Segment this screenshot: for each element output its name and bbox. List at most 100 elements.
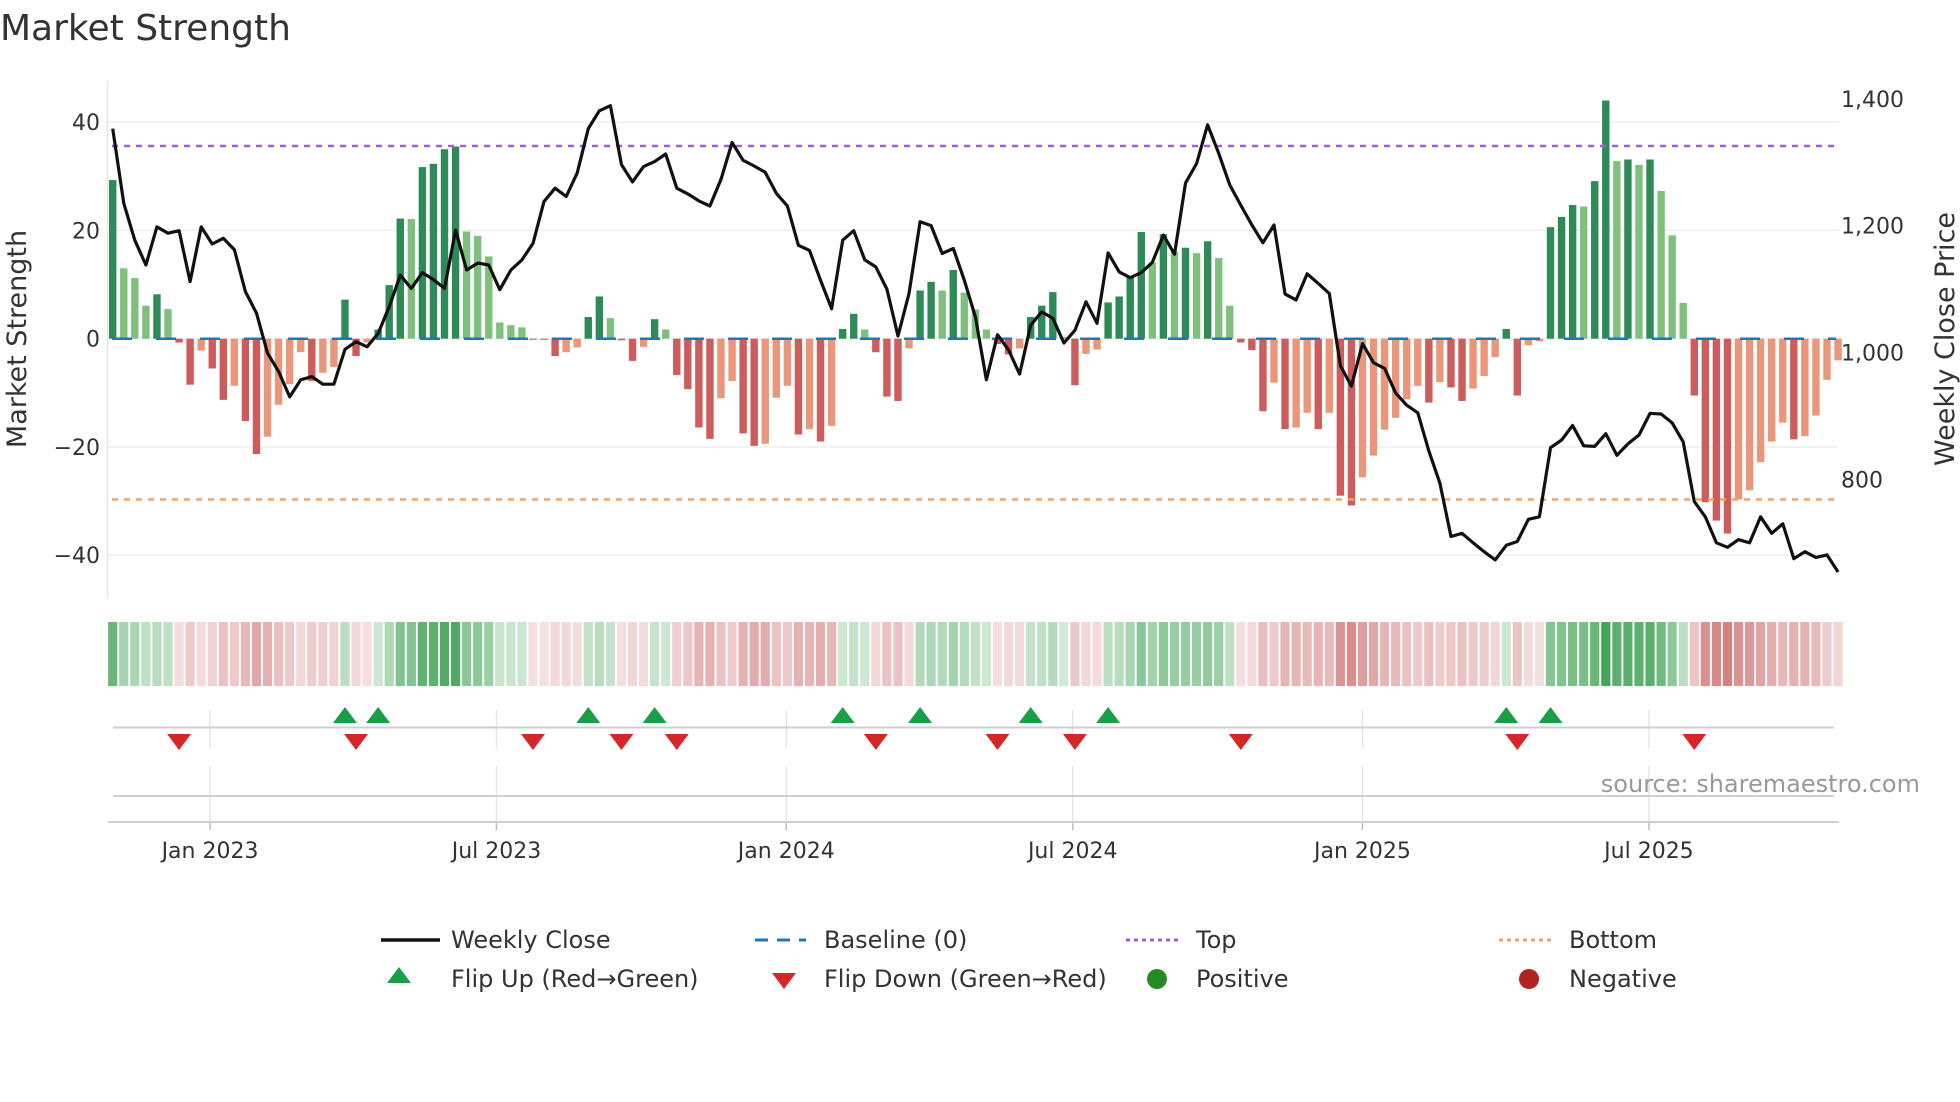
strength-cell [738,622,748,686]
strength-bar [496,322,504,339]
strength-cell [760,622,770,686]
flip-down-triangle-icon [664,734,689,750]
strength-bar [1082,338,1090,354]
strength-bar [595,296,604,339]
strength-bar [816,338,825,442]
strength-bar [1115,296,1123,339]
strength-bar [1215,258,1223,339]
legend-label: Bottom [1569,926,1657,954]
strength-cell [1180,622,1191,686]
strength-bar [1181,247,1190,339]
strength-bar [927,281,935,339]
strength-cell [1700,622,1710,686]
strength-cell [683,622,693,686]
left-axis-title: Market Strength [2,230,33,448]
strength-cell [771,622,781,686]
strength-cell [782,622,792,686]
strength-cell [218,622,228,686]
strength-bar [673,338,681,375]
strength-bar [1602,100,1610,339]
strength-bar [1015,338,1024,349]
strength-cell [594,622,604,686]
strength-bar [1823,338,1831,380]
left-tick-label: 0 [86,328,100,353]
flip-up-triangle-icon [1538,707,1563,723]
strength-cell [815,622,826,686]
strength-bar [628,338,637,361]
strength-bar [1126,276,1134,339]
x-axis-ticks: Jan 2023 Jul 2023 Jan 2024 Jul 2024 Jan 2025… [160,839,1694,864]
strength-bar [750,338,758,446]
strength-bar [1425,338,1433,403]
strength-cell [1125,622,1135,686]
strength-cell [716,622,726,686]
strength-bar [1314,338,1322,430]
strength-bar [606,318,615,339]
strength-bar [1491,338,1499,358]
strength-bar [1303,338,1311,413]
strength-cell [307,622,317,686]
strength-cell [1722,622,1733,686]
strength-cell [1247,622,1257,686]
strength-bar [241,338,250,421]
strength-bar [197,338,205,351]
circle-icon [1519,969,1539,989]
legend-label: Flip Down (Green→Red) [824,965,1107,993]
strength-cell [296,622,306,686]
flip-up-triangle-icon [1494,707,1519,723]
strength-bar [827,338,836,426]
strength-cell [196,622,206,686]
strength-cell [1656,622,1666,686]
legend-item-baseline: Baseline (0) [755,926,967,954]
flip-down-triangle-icon [1505,734,1530,750]
flip-down-triangle-icon [863,734,888,750]
strength-bar [175,338,183,343]
strength-cell [1225,622,1235,686]
strength-bar [838,328,847,339]
strength-cell [1081,622,1091,686]
legend-label: Weekly Close [451,926,611,954]
strength-bar [1513,338,1522,396]
strength-cell [804,622,815,686]
strength-bar [1646,159,1654,339]
circle-icon [1147,969,1167,989]
strength-cell [119,622,129,686]
strength-cell [207,622,217,686]
strength-cell [1269,622,1279,686]
market-strength-chart: Market Strength 40200−20−40 1,4001,2001,… [0,8,1960,993]
x-tick-label: Jul 2025 [1602,839,1694,864]
strength-cell [1612,622,1622,686]
strength-bar [695,338,703,428]
strength-cell [1811,622,1821,686]
strength-cell [1601,622,1611,686]
strength-bar [805,338,814,430]
strength-bar [662,329,670,339]
strength-bar [794,338,803,435]
strength-cell [1413,622,1423,686]
strength-cell [285,622,295,686]
strength-cell [1744,622,1755,686]
strength-cell [1103,622,1113,686]
strength-cell [1501,622,1511,686]
strength-cell [1545,622,1556,686]
strength-cell [439,622,450,686]
strength-cell [1003,622,1014,686]
strength-cell [108,622,118,686]
strength-bar [1613,161,1621,339]
flip-down-triangle-icon [520,734,545,750]
strength-bar [1414,338,1422,386]
strength-bar [1546,227,1555,339]
strength-cell [395,622,405,686]
flip-down-triangle-icon [609,734,634,750]
flip-up-triangle-icon [1096,707,1121,723]
strength-bar [1801,338,1809,437]
legend-label: Baseline (0) [824,926,967,954]
strength-cell [406,622,416,686]
strength-cell [749,622,759,686]
strength-cell [1457,622,1467,686]
strength-bar [1734,338,1743,500]
strength-cell [1678,622,1688,686]
strength-bar [894,338,902,401]
strength-cell [1203,622,1213,686]
x-tick-label: Jan 2024 [736,839,835,864]
